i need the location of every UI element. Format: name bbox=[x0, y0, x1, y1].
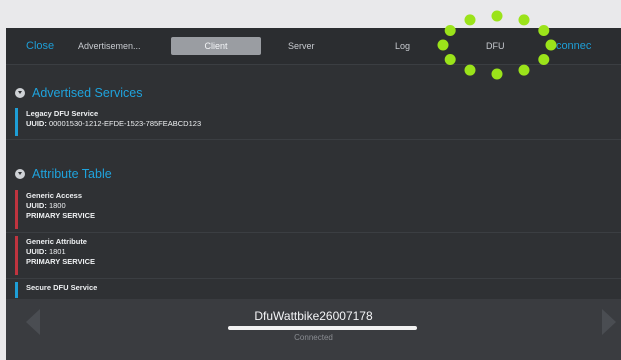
home-indicator[interactable] bbox=[228, 326, 417, 330]
service-type: PRIMARY SERVICE bbox=[26, 211, 96, 220]
tab-dfu[interactable]: DFU bbox=[486, 28, 505, 64]
service-name: Secure DFU Service bbox=[26, 283, 98, 292]
highlight-dot bbox=[464, 14, 476, 26]
chevron-down-icon bbox=[15, 169, 25, 179]
uuid-label: UUID: bbox=[26, 119, 47, 128]
uuid-label: UUID: bbox=[26, 201, 47, 210]
service-name: Legacy DFU Service bbox=[26, 109, 99, 118]
uuid-value: 1801 bbox=[48, 247, 66, 256]
next-arrow-icon[interactable] bbox=[602, 309, 616, 335]
service-name: Generic Access bbox=[26, 191, 83, 200]
service-color-bar bbox=[15, 236, 18, 275]
chevron-down-icon bbox=[15, 88, 25, 98]
list-item[interactable]: Generic Access UUID: 1800 PRIMARY SERVIC… bbox=[6, 187, 621, 233]
uuid-value: 1800 bbox=[48, 201, 66, 210]
disconnect-button[interactable]: isconnec bbox=[548, 28, 591, 64]
device-name: DfuWattbike26007178 bbox=[254, 309, 373, 323]
highlight-dot bbox=[518, 14, 530, 26]
service-info: Generic Attribute UUID: 1801 PRIMARY SER… bbox=[26, 237, 95, 267]
service-type: PRIMARY SERVICE bbox=[26, 257, 96, 266]
attribute-table-header[interactable]: Attribute Table bbox=[6, 164, 621, 184]
uuid-value: 00001530-1212-EFDE-1523-785FEABCD123 bbox=[48, 119, 202, 128]
connection-status: Connected bbox=[294, 333, 333, 342]
service-info: Secure DFU Service bbox=[26, 283, 97, 293]
service-name: Generic Attribute bbox=[26, 237, 87, 246]
service-color-bar bbox=[15, 282, 18, 298]
uuid-label: UUID: bbox=[26, 247, 47, 256]
service-color-bar bbox=[15, 190, 18, 229]
list-item[interactable]: Generic Attribute UUID: 1801 PRIMARY SER… bbox=[6, 233, 621, 279]
service-info: Generic Access UUID: 1800 PRIMARY SERVIC… bbox=[26, 191, 95, 221]
close-button[interactable]: Close bbox=[26, 28, 54, 64]
top-toolbar: Close Advertisemen... Client Server Log … bbox=[6, 28, 621, 65]
service-info: Legacy DFU Service UUID: 00001530-1212-E… bbox=[26, 109, 201, 129]
app-screen: Close Advertisemen... Client Server Log … bbox=[6, 28, 621, 360]
service-color-bar bbox=[15, 108, 18, 136]
section-title: Advertised Services bbox=[32, 86, 143, 100]
section-title: Attribute Table bbox=[32, 167, 112, 181]
advertised-services-header[interactable]: Advertised Services bbox=[6, 83, 621, 103]
tab-client[interactable]: Client bbox=[171, 37, 261, 55]
tab-advertisement[interactable]: Advertisemen... bbox=[78, 28, 166, 64]
list-item[interactable]: Legacy DFU Service UUID: 00001530-1212-E… bbox=[6, 105, 621, 140]
tab-server[interactable]: Server bbox=[288, 28, 315, 64]
highlight-dot bbox=[491, 10, 503, 22]
tab-log[interactable]: Log bbox=[395, 28, 410, 64]
